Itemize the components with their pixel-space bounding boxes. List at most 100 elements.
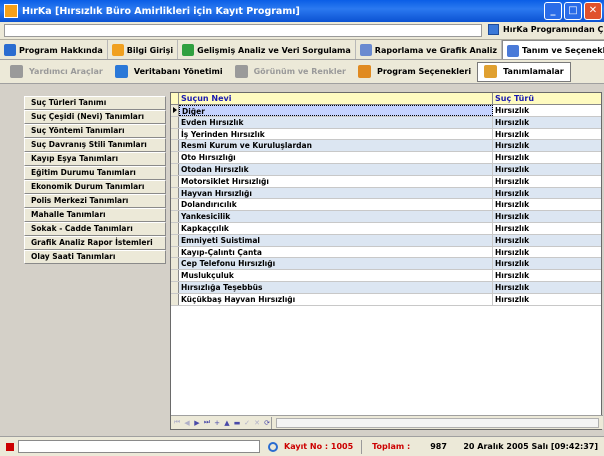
table-row[interactable]: Emniyeti Suistimal Hırsızlık [171,234,601,247]
cell-nevi[interactable]: Küçükbaş Hayvan Hırsızlığı [179,293,493,305]
sidebar-item[interactable]: Eğitim Durumu Tanımları [24,166,166,180]
menu-item-2[interactable]: Gelişmiş Analiz ve Veri Sorgulama [178,40,356,59]
cell-tur[interactable]: Hırsızlık [493,152,601,163]
cell-tur[interactable]: Hırsızlık [493,211,601,222]
nav-first-button[interactable]: ⏮ [173,418,181,427]
nav-next-button[interactable]: ▶ [193,419,201,427]
table-row[interactable]: Muslukçuluk Hırsızlık [171,270,601,282]
row-indicator[interactable] [171,246,179,258]
table-row[interactable]: Yankesicilik Hırsızlık [171,211,601,223]
row-indicator[interactable] [171,199,179,211]
row-indicator[interactable] [171,258,179,270]
menu-item-0[interactable]: Program Hakkında [0,40,108,59]
table-row[interactable]: Otodan Hırsızlık Hırsızlık [171,163,601,176]
cell-nevi[interactable]: Yankesicilik [179,211,493,222]
nav-last-button[interactable]: ⏭ [203,418,211,427]
cell-nevi[interactable]: Cep Telefonu Hırsızlığı [179,258,493,270]
sidebar-item[interactable]: Suç Davranış Stili Tanımları [24,138,166,152]
nav-cancel-button[interactable]: ✕ [253,419,261,427]
cell-tur[interactable]: Hırsızlık [493,223,601,234]
row-indicator[interactable] [171,270,179,281]
table-row[interactable]: Hayvan Hırsızlığı Hırsızlık [171,187,601,200]
cell-tur[interactable]: Hırsızlık [493,176,601,187]
toolbar-button-0[interactable]: Yardımcı Araçlar [4,62,109,82]
sidebar-item[interactable]: Polis Merkezi Tanımları [24,194,166,208]
cell-tur[interactable]: Hırsızlık [493,129,601,140]
menu-item-3[interactable]: Raporlama ve Grafik Analiz [356,40,502,59]
cell-tur[interactable]: Hırsızlık [493,247,601,258]
toolbar-button-3[interactable]: Program Seçenekleri [352,62,477,82]
cell-tur[interactable]: Hırsızlık [493,163,601,175]
cell-nevi[interactable]: Hırsızlığa Teşebbüs [179,281,493,293]
toolbar-button-4[interactable]: Tanımlamalar [477,61,571,82]
maximize-button[interactable]: □ [564,2,582,20]
cell-tur[interactable]: Hırsızlık [493,116,601,128]
sidebar-item[interactable]: Suç Türleri Tanımı [24,96,166,110]
data-grid[interactable]: Suçun Nevi Suç Türü Diğer Hırsızlık Evden … [170,92,603,430]
cell-tur[interactable]: Hırsızlık [493,294,601,305]
row-indicator[interactable] [171,234,179,246]
table-row[interactable]: Hırsızlığa Teşebbüs Hırsızlık [171,281,601,294]
sidebar-item[interactable]: Mahalle Tanımları [24,208,166,222]
toolbar-button-1[interactable]: Veritabanı Yönetimi [109,62,229,82]
row-indicator[interactable] [171,105,179,116]
sidebar-item[interactable]: Suç Çeşidi (Nevi) Tanımları [24,110,166,124]
close-button[interactable]: ✕ [584,2,602,20]
menu-item-4[interactable]: Tanım ve Seçenekler [501,40,604,59]
nav-prev-button[interactable]: ◀ [183,419,191,427]
sidebar-item[interactable]: Sokak - Cadde Tanımları [24,222,166,236]
row-indicator[interactable] [171,140,179,152]
row-indicator[interactable] [171,116,179,128]
row-indicator[interactable] [171,293,179,305]
cell-nevi[interactable]: Hayvan Hırsızlığı [179,187,493,199]
nav-refresh-button[interactable]: ⟳ [263,419,271,427]
horizontal-scrollbar[interactable] [276,417,599,428]
sidebar-item[interactable]: Suç Yöntemi Tanımları [24,124,166,138]
table-row[interactable]: Evden Hırsızlık Hırsızlık [171,116,601,129]
row-indicator[interactable] [171,211,179,222]
nav-edit-button[interactable]: ▬ [233,419,241,427]
table-row[interactable]: Dolandırıcılık Hırsızlık [171,199,601,212]
minimize-button[interactable]: _ [544,2,562,20]
menu-item-1[interactable]: Bilgi Girişi [108,40,179,59]
sidebar-item[interactable]: Grafik Analiz Rapor İstemleri [24,236,166,250]
sidebar-item[interactable]: Ekonomik Durum Tanımları [24,180,166,194]
cell-nevi[interactable]: Evden Hırsızlık [179,116,493,128]
cell-tur[interactable]: Hırsızlık [493,140,601,152]
table-row[interactable]: Kapkaççılık Hırsızlık [171,222,601,235]
cell-nevi[interactable]: Oto Hırsızlığı [179,152,493,163]
cell-tur[interactable]: Hırsızlık [493,199,601,210]
table-row[interactable]: Oto Hırsızlığı Hırsızlık [171,152,601,164]
cell-nevi[interactable]: İş Yerinden Hırsızlık [179,128,493,140]
table-row[interactable]: Küçükbaş Hayvan Hırsızlığı Hırsızlık [171,293,601,306]
row-indicator[interactable] [171,152,179,163]
row-indicator[interactable] [171,128,179,140]
column-header-nevi[interactable]: Suçun Nevi [179,93,493,104]
table-row[interactable]: Motorsiklet Hırsızlığı Hırsızlık [171,175,601,188]
row-indicator[interactable] [171,187,179,199]
exit-program-button[interactable]: HırKa Programından Çık [488,24,604,35]
cell-tur[interactable]: Hırsızlık [493,187,601,199]
row-indicator[interactable] [171,175,179,187]
table-row[interactable]: Diğer Hırsızlık [171,105,601,117]
row-indicator[interactable] [171,222,179,234]
cell-tur[interactable]: Hırsızlık [493,258,601,270]
cell-tur[interactable]: Hırsızlık [493,105,601,116]
nav-delete-button[interactable]: ▲ [223,419,231,427]
cell-tur[interactable]: Hırsızlık [493,281,601,293]
table-row[interactable]: Cep Telefonu Hırsızlığı Hırsızlık [171,258,601,271]
cell-nevi[interactable]: Kayıp-Çalıntı Çanta [179,246,493,258]
cell-nevi[interactable]: Resmi Kurum ve Kuruluşlardan [179,140,493,152]
search-icon[interactable] [268,441,278,452]
sidebar-item[interactable]: Kayıp Eşya Tanımları [24,152,166,166]
column-header-tur[interactable]: Suç Türü [493,93,601,104]
row-indicator[interactable] [171,281,179,293]
table-row[interactable]: İş Yerinden Hırsızlık Hırsızlık [171,128,601,141]
toolbar-button-2[interactable]: Görünüm ve Renkler [229,62,352,82]
table-row[interactable]: Kayıp-Çalıntı Çanta Hırsızlık [171,246,601,259]
cell-tur[interactable]: Hırsızlık [493,234,601,246]
cell-nevi[interactable]: Kapkaççılık [179,222,493,234]
row-indicator[interactable] [171,163,179,175]
cell-nevi[interactable]: Motorsiklet Hırsızlığı [179,175,493,187]
nav-post-button[interactable]: ✓ [243,419,251,427]
